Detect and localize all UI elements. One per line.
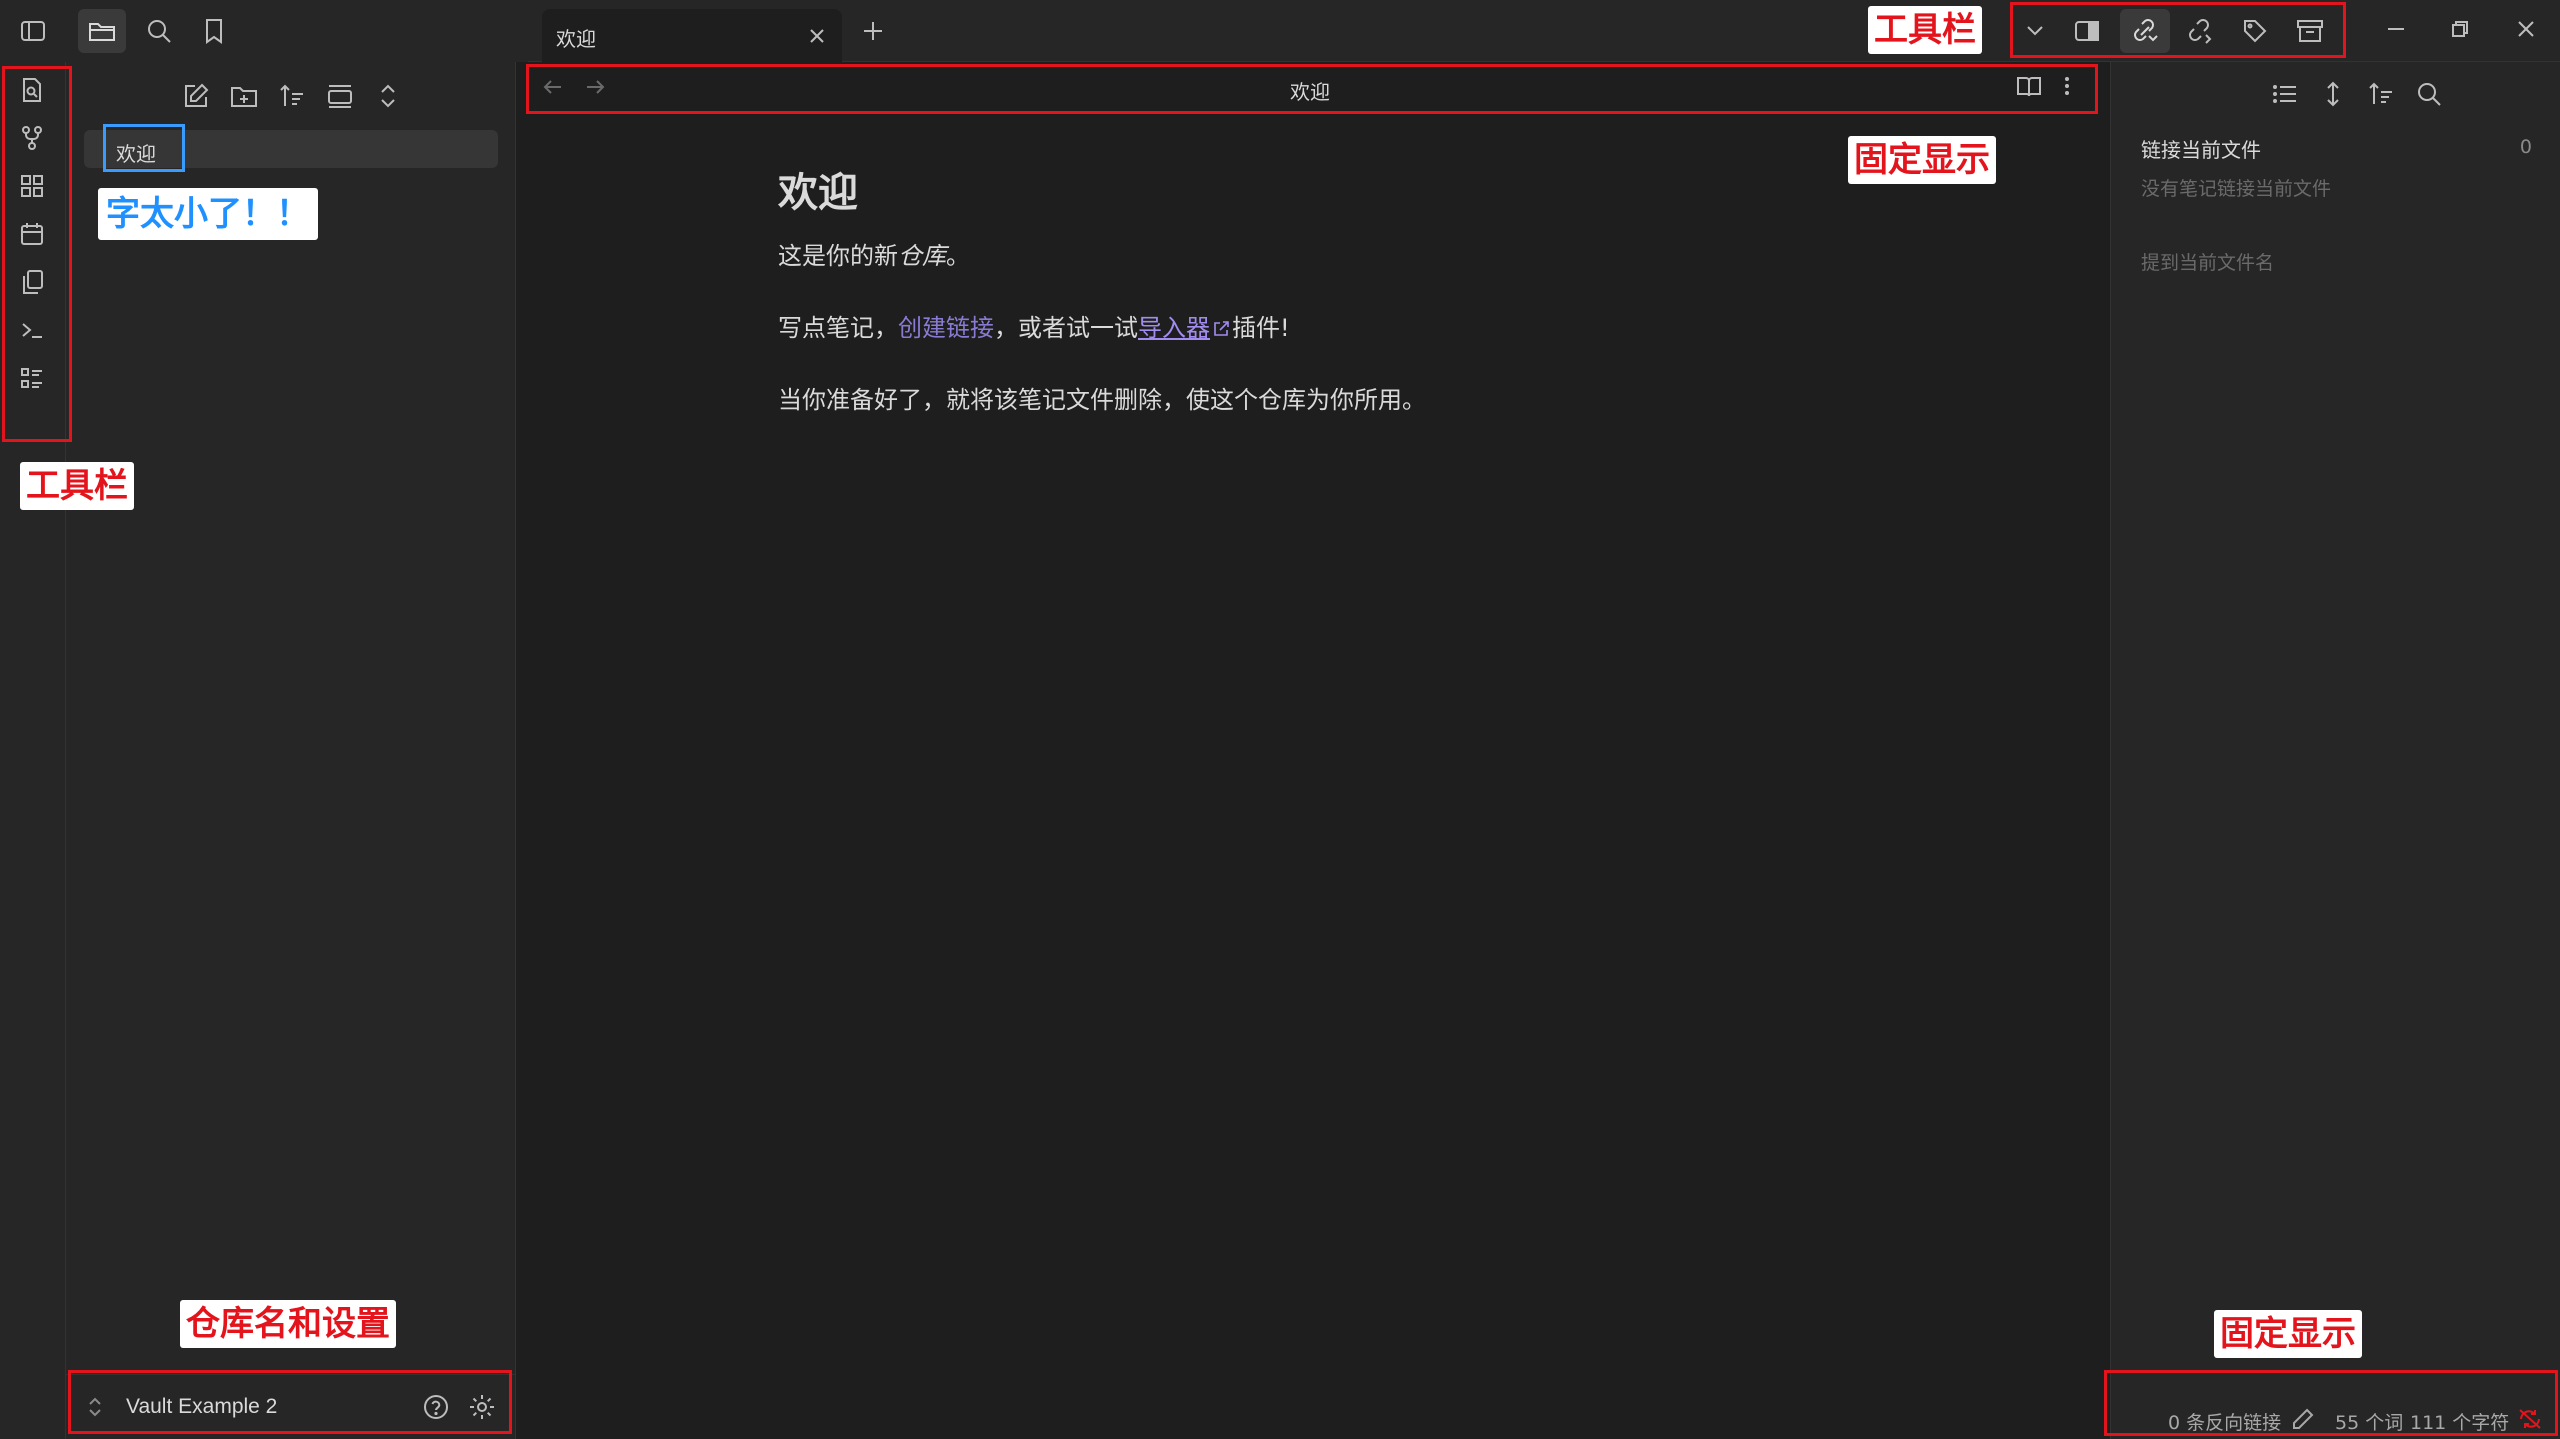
restore-button[interactable] [2428, 0, 2492, 58]
external-link[interactable]: 导入器 [1138, 314, 1210, 342]
internal-link[interactable]: 创建链接 [898, 314, 994, 342]
collapse-results-button[interactable] [2263, 74, 2307, 114]
annotation-label-toolbar-left: 工具栏 [20, 462, 134, 510]
new-note-button[interactable] [174, 76, 218, 116]
toggle-left-sidebar-button[interactable] [9, 9, 57, 53]
list-icon [2273, 85, 2296, 103]
new-folder-button[interactable] [222, 76, 266, 116]
note-text: 插件! [1232, 314, 1290, 342]
edit-icon [185, 83, 209, 107]
linked-mentions-empty: 没有笔记链接当前文件 [2141, 178, 2332, 200]
note-text: 。 [946, 242, 970, 270]
sidebar-left-icon [21, 21, 45, 41]
chevrons-up-down-icon [381, 84, 395, 108]
tab-title: 欢迎 [556, 27, 596, 51]
linked-mentions-count: 0 [2519, 136, 2532, 158]
note-text: 这是你的新 [778, 242, 898, 270]
annotation-box-file-item [103, 124, 185, 172]
sort-ascending-icon [2369, 82, 2392, 104]
annotation-box-vault-bar [68, 1370, 512, 1434]
new-tab-button[interactable] [856, 14, 890, 48]
sort-ascending-icon [280, 84, 303, 106]
note-paragraph-3: 当你准备好了，就将该笔记文件删除，使这个仓库为你所用。 [778, 386, 1426, 414]
bookmarks-tab-button[interactable] [190, 9, 238, 53]
note-emphasis: 仓库 [898, 242, 946, 270]
move-vertical-icon [2327, 81, 2339, 107]
note-heading: 欢迎 [778, 170, 858, 216]
search-backlinks-button[interactable] [2407, 74, 2451, 114]
annotation-box-status-bar [2104, 1370, 2558, 1436]
auto-reveal-button[interactable] [318, 76, 362, 116]
files-tab-button[interactable] [78, 9, 126, 53]
unlinked-mentions-title[interactable]: 提到当前文件名 [2141, 248, 2274, 275]
tab-welcome[interactable]: 欢迎 [542, 9, 842, 62]
sort-backlinks-button[interactable] [2359, 74, 2403, 114]
search-tab-button[interactable] [135, 9, 183, 53]
annotation-box-top-toolbar [2010, 2, 2346, 58]
annotation-label-toolbar-top: 工具栏 [1868, 6, 1982, 54]
folder-plus-icon [231, 87, 257, 107]
sidebar-toggle-area [0, 0, 528, 62]
annotation-label-font-small: 字太小了！！ [98, 188, 318, 240]
sort-button[interactable] [270, 76, 314, 116]
annotation-label-vault-settings: 仓库名和设置 [180, 1300, 396, 1348]
note-text: 写点笔记， [778, 314, 898, 342]
annotation-label-fixed-top: 固定显示 [1848, 136, 1996, 184]
folder-icon [89, 23, 115, 41]
annotation-box-ribbon [2, 66, 72, 442]
bookmark-icon [206, 19, 222, 44]
note-text: ，或者试一试 [994, 314, 1138, 342]
annotation-label-fixed-bottom: 固定显示 [2214, 1310, 2362, 1358]
minimize-button[interactable] [2364, 0, 2428, 58]
right-sidebar: 链接当前文件 0 没有笔记链接当前文件 提到当前文件名 [2110, 62, 2560, 1439]
show-more-context-button[interactable] [2311, 74, 2355, 114]
close-icon [810, 29, 824, 43]
note-paragraph-1: 这是你的新仓库。 [778, 236, 970, 271]
expand-collapse-button[interactable] [366, 76, 410, 116]
annotation-box-view-header [526, 64, 2098, 114]
gallery-vertical-icon [328, 85, 352, 108]
restore-icon [2452, 21, 2468, 37]
search-icon [2418, 83, 2441, 106]
search-icon [148, 20, 171, 43]
linked-mentions-title[interactable]: 链接当前文件 [2141, 134, 2261, 163]
window-close-button[interactable] [2494, 0, 2558, 58]
external-link-icon [1212, 320, 1230, 338]
tab-close-button[interactable] [802, 21, 832, 51]
close-icon [2518, 21, 2534, 37]
left-sidebar: 欢迎 Vault Example 2 [66, 62, 516, 1439]
plus-icon [864, 22, 882, 40]
minimize-icon [2388, 28, 2404, 30]
note-paragraph-2: 写点笔记，创建链接，或者试一试导入器 插件! [778, 308, 1290, 343]
